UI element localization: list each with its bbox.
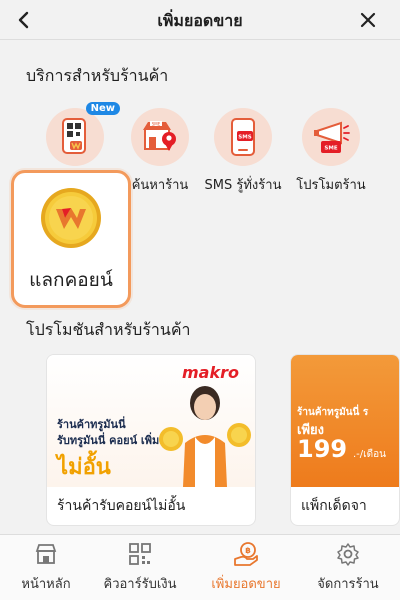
- service-icon-bg: SME: [131, 108, 189, 166]
- promo-card-coin-unlimited[interactable]: makro ร้านค้าทรูมันนี่ รับทรูมันนี่ คอยน…: [46, 354, 256, 526]
- tab-label: เพิ่มยอดขาย: [211, 577, 281, 592]
- tab-home[interactable]: หน้าหลัก: [0, 541, 96, 594]
- megaphone-icon: SME: [314, 121, 350, 153]
- promo-banner: makro ร้านค้าทรูมันนี่ รับทรูมันนี่ คอยน…: [47, 355, 255, 487]
- promotions-section-title: โปรโมชันสำหรับร้านค้า: [26, 320, 191, 339]
- bottom-tab-bar: หน้าหลัก คิวอาร์รับเงิน ฿ เพิ่มยอดขาย จั…: [0, 534, 400, 600]
- close-button[interactable]: [354, 6, 382, 34]
- promo-caption: ร้านค้ารับคอยน์ไม่อั้น: [57, 498, 186, 514]
- store-icon: [33, 541, 59, 567]
- promo-person-illustration: [159, 386, 251, 487]
- promo-card-package[interactable]: ร้านค้าทรูมันนี่ ร เพียง 199 .-/เดือน แพ…: [290, 354, 400, 526]
- service-label: โปรโมตร้าน: [296, 178, 366, 193]
- page-title: เพิ่มยอดขาย: [157, 11, 243, 30]
- svg-text:SME: SME: [152, 122, 161, 127]
- wallet-qr-icon: [62, 118, 86, 154]
- banner-highlight: ไม่อั้น: [57, 455, 111, 480]
- service-item-promote[interactable]: SME โปรโมตร้าน: [286, 108, 376, 195]
- tab-label: จัดการร้าน: [317, 577, 379, 592]
- promo-banner: ร้านค้าทรูมันนี่ ร เพียง 199 .-/เดือน: [291, 355, 399, 487]
- service-icon-bg: SMS: [214, 108, 272, 166]
- tab-qr-receive[interactable]: คิวอาร์รับเงิน: [90, 541, 190, 594]
- service-icon-bg: New: [46, 102, 120, 166]
- tab-label: หน้าหลัก: [21, 577, 71, 592]
- banner-price: 199: [297, 435, 348, 463]
- svg-text:SMS: SMS: [238, 135, 251, 141]
- top-bar: เพิ่มยอดขาย: [0, 0, 400, 40]
- services-section-title: บริการสำหรับร้านค้า: [26, 66, 169, 85]
- shop-search-icon: SME: [143, 121, 176, 151]
- sales-boost-icon: ฿: [233, 541, 259, 567]
- service-item-sms[interactable]: SMS SMS รู้ทั่งร้าน: [198, 108, 288, 195]
- gear-icon: [335, 541, 361, 567]
- exchange-coin-button[interactable]: แลกคอยน์: [11, 170, 131, 308]
- service-item-wallet[interactable]: New: [30, 102, 120, 174]
- close-icon: [360, 12, 376, 28]
- tab-boost-sales[interactable]: ฿ เพิ่มยอดขาย: [196, 541, 296, 594]
- svg-text:฿: ฿: [245, 546, 251, 555]
- coin-icon: [40, 187, 102, 249]
- tab-label: คิวอาร์รับเงิน: [103, 577, 177, 592]
- exchange-coin-label: แลกคอยน์: [29, 269, 113, 291]
- svg-text:SME: SME: [324, 146, 337, 152]
- sms-phone-icon: SMS: [231, 118, 255, 156]
- banner-line: ร้านค้าทรูมันนี่ ร: [297, 407, 369, 418]
- service-icon-bg: SME: [302, 108, 360, 166]
- banner-line: รับทรูมันนี่ คอยน์ เพิ่ม: [57, 434, 160, 447]
- service-label: SMS รู้ทั่งร้าน: [204, 178, 282, 193]
- tab-manage-store[interactable]: จัดการร้าน: [298, 541, 398, 594]
- promo-caption: แพ็กเด็ดจา: [301, 498, 367, 514]
- banner-price-unit: .-/เดือน: [353, 449, 386, 460]
- qr-code-icon: [127, 541, 153, 567]
